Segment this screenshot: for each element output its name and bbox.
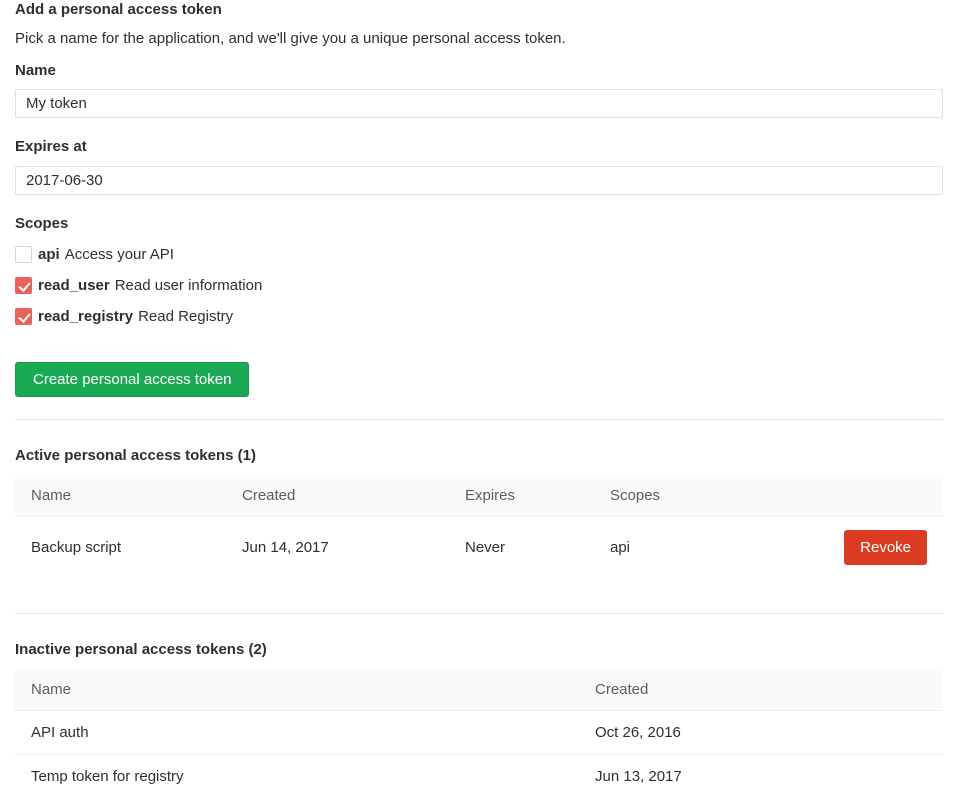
expires-at-input[interactable]: [15, 166, 943, 195]
token-scopes-cell: api: [610, 517, 826, 579]
scope-description: Read Registry: [138, 308, 233, 325]
scopes-list: api Access your API read_user Read user …: [15, 246, 943, 325]
scope-name: api: [38, 246, 60, 263]
token-created-cell: Jun 13, 2017: [595, 755, 943, 792]
scope-row-read-user[interactable]: read_user Read user information: [15, 277, 943, 294]
scope-name: read_registry: [38, 308, 133, 325]
scope-name: read_user: [38, 277, 110, 294]
token-actions-cell: Revoke: [826, 517, 943, 579]
read-user-scope-checkbox[interactable]: [15, 277, 32, 294]
scope-row-api[interactable]: api Access your API: [15, 246, 943, 263]
column-header-scopes: Scopes: [610, 476, 826, 517]
scopes-field-label: Scopes: [15, 216, 943, 232]
token-name-cell: Temp token for registry: [15, 755, 595, 792]
api-scope-checkbox[interactable]: [15, 246, 32, 263]
section-divider: [15, 419, 943, 420]
column-header-expires: Expires: [465, 476, 610, 517]
expires-field-label: Expires at: [15, 139, 943, 155]
page-title: Add a personal access token: [15, 1, 943, 18]
active-tokens-heading: Active personal access tokens (1): [15, 447, 943, 464]
token-name-cell: API auth: [15, 711, 595, 755]
table-row: Backup script Jun 14, 2017 Never api Rev…: [15, 517, 943, 579]
name-field-label: Name: [15, 63, 943, 79]
section-divider: [15, 613, 943, 614]
table-header-row: Name Created: [15, 670, 943, 711]
token-name-input[interactable]: [15, 89, 943, 118]
personal-access-tokens-page: Add a personal access token Pick a name …: [0, 0, 959, 792]
active-tokens-table: Name Created Expires Scopes Backup scrip…: [15, 476, 943, 578]
token-expires-cell: Never: [465, 517, 610, 579]
table-header-row: Name Created Expires Scopes: [15, 476, 943, 517]
page-description: Pick a name for the application, and we'…: [15, 31, 943, 47]
table-row: API auth Oct 26, 2016: [15, 711, 943, 755]
inactive-tokens-table: Name Created API auth Oct 26, 2016 Temp …: [15, 670, 943, 792]
scope-description: Access your API: [65, 246, 174, 263]
scope-description: Read user information: [115, 277, 263, 294]
column-header-actions: [826, 476, 943, 517]
token-created-cell: Oct 26, 2016: [595, 711, 943, 755]
table-row: Temp token for registry Jun 13, 2017: [15, 755, 943, 792]
token-name-cell: Backup script: [15, 517, 242, 579]
column-header-name: Name: [15, 670, 595, 711]
column-header-created: Created: [595, 670, 943, 711]
revoke-button[interactable]: Revoke: [844, 530, 927, 565]
token-created-cell: Jun 14, 2017: [242, 517, 465, 579]
inactive-tokens-heading: Inactive personal access tokens (2): [15, 641, 943, 658]
column-header-name: Name: [15, 476, 242, 517]
column-header-created: Created: [242, 476, 465, 517]
read-registry-scope-checkbox[interactable]: [15, 308, 32, 325]
scope-row-read-registry[interactable]: read_registry Read Registry: [15, 308, 943, 325]
create-token-button[interactable]: Create personal access token: [15, 362, 249, 397]
